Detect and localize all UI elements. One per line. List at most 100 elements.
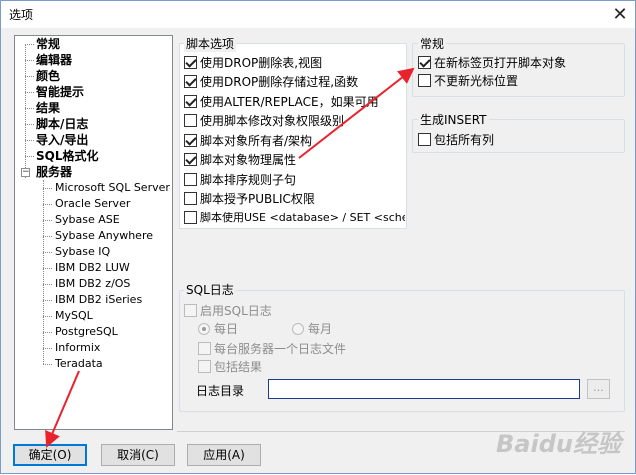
checkbox[interactable] xyxy=(184,153,197,166)
tree-item-editor[interactable]: 编辑器 xyxy=(36,52,72,68)
cancel-button[interactable]: 取消(C) xyxy=(101,444,175,466)
daily-radio-option[interactable]: 每日 xyxy=(198,320,238,337)
no-cursor-update-label: 不更新光标位置 xyxy=(434,74,519,88)
watermark: Baidu经验 xyxy=(496,430,621,458)
tree-item-sybase-ase[interactable]: Sybase ASE xyxy=(55,212,120,228)
checkbox[interactable] xyxy=(184,173,197,186)
browse-button[interactable]: ... xyxy=(587,379,610,399)
permission-level-label: 使用脚本修改对象权限级别 xyxy=(200,114,345,128)
grant-public-label: 脚本授予PUBLIC权限 xyxy=(200,192,315,206)
tree-connector xyxy=(25,108,34,109)
checkbox[interactable] xyxy=(184,210,197,224)
tree-item-import-export[interactable]: 导入/导出 xyxy=(36,132,88,148)
options-dialog: 选项 ✕ 常规 编辑器 颜色 智能提示 结果 脚本/日志 导入/导出 SQL格式… xyxy=(0,0,636,474)
drop-tables-option[interactable]: 使用DROP删除表,视图 xyxy=(184,54,322,71)
tree-item-teradata[interactable]: Teradata xyxy=(55,356,103,372)
ok-button[interactable]: 确定(O) xyxy=(13,444,87,466)
enable-sql-log-label: 启用SQL日志 xyxy=(200,304,272,318)
checkbox[interactable] xyxy=(184,95,197,108)
radio-button[interactable] xyxy=(198,322,210,335)
tree-item-db2-luw[interactable]: IBM DB2 LUW xyxy=(55,260,130,276)
alter-replace-label: 使用ALTER/REPLACE，如果可用 xyxy=(200,95,379,109)
tree-item-results[interactable]: 结果 xyxy=(36,100,60,116)
tree-connector xyxy=(43,220,52,221)
use-database-option[interactable]: 脚本使用USE <database> / SET <schem xyxy=(184,209,405,225)
tree-connector xyxy=(43,332,52,333)
tree-item-mysql[interactable]: MySQL xyxy=(55,308,93,324)
drop-procedures-label: 使用DROP删除存储过程,函数 xyxy=(200,75,359,89)
no-cursor-update-option[interactable]: 不更新光标位置 xyxy=(418,72,518,89)
window-title: 选项 xyxy=(9,8,34,22)
monthly-radio-option[interactable]: 每月 xyxy=(292,320,332,337)
checkbox[interactable] xyxy=(184,75,197,88)
checkbox[interactable] xyxy=(418,74,431,87)
checkbox[interactable] xyxy=(184,304,197,317)
tree-item-postgresql[interactable]: PostgreSQL xyxy=(55,324,118,340)
use-database-label: 脚本使用USE <database> / SET <schem xyxy=(200,211,405,224)
log-dir-label: 日志目录 xyxy=(196,384,245,398)
tree-connector xyxy=(25,140,34,141)
tree-item-sql-format[interactable]: SQL格式化 xyxy=(36,148,99,164)
checkbox[interactable] xyxy=(198,360,211,373)
tree-item-colors[interactable]: 颜色 xyxy=(36,68,60,84)
tree-item-mssql[interactable]: Microsoft SQL Server xyxy=(55,180,170,196)
sql-log-title: SQL日志 xyxy=(184,281,236,298)
tree-item-general[interactable]: 常规 xyxy=(36,36,60,52)
tree-item-servers[interactable]: 服务器 xyxy=(36,164,72,180)
tree-item-db2-zos[interactable]: IBM DB2 z/OS xyxy=(55,276,130,292)
per-server-log-label: 每台服务器一个日志文件 xyxy=(214,342,347,356)
include-results-option[interactable]: 包括结果 xyxy=(198,358,262,375)
tree-item-oracle[interactable]: Oracle Server xyxy=(55,196,130,212)
grant-public-option[interactable]: 脚本授予PUBLIC权限 xyxy=(184,190,315,207)
tree-connector xyxy=(25,156,34,157)
checkbox[interactable] xyxy=(184,192,197,205)
checkbox[interactable] xyxy=(418,56,431,69)
tree-connector xyxy=(43,204,52,205)
owner-schema-option[interactable]: 脚本对象所有者/架构 xyxy=(184,132,312,149)
include-results-label: 包括结果 xyxy=(214,360,263,374)
tree-connector xyxy=(43,236,52,237)
log-dir-input[interactable] xyxy=(268,379,580,399)
open-new-tab-option[interactable]: 在新标签页打开脚本对象 xyxy=(418,54,566,71)
daily-label: 每日 xyxy=(214,322,239,336)
tree-connector xyxy=(25,60,34,61)
tree-item-db2-iseries[interactable]: IBM DB2 iSeries xyxy=(55,292,142,308)
physical-attributes-option[interactable]: 脚本对象物理属性 xyxy=(184,151,296,168)
radio-button[interactable] xyxy=(292,322,304,335)
options-tree[interactable]: 常规 编辑器 颜色 智能提示 结果 脚本/日志 导入/导出 SQL格式化 − 服… xyxy=(14,35,173,430)
tree-connector xyxy=(43,284,52,285)
include-all-columns-label: 包括所有列 xyxy=(434,133,495,147)
collapse-icon[interactable]: − xyxy=(21,168,30,177)
tree-guide-line xyxy=(25,44,26,178)
permission-level-option[interactable]: 使用脚本修改对象权限级别 xyxy=(184,112,344,129)
enable-sql-log-option[interactable]: 启用SQL日志 xyxy=(184,302,272,319)
checkbox[interactable] xyxy=(184,134,197,147)
tree-connector xyxy=(43,268,52,269)
physical-attributes-label: 脚本对象物理属性 xyxy=(200,153,297,167)
collation-option[interactable]: 脚本排序规则子句 xyxy=(184,171,296,188)
apply-button[interactable]: 应用(A) xyxy=(187,444,261,466)
tree-item-sybase-anywhere[interactable]: Sybase Anywhere xyxy=(55,228,153,244)
tree-item-sybase-iq[interactable]: Sybase IQ xyxy=(55,244,110,260)
script-options-title: 脚本选项 xyxy=(184,35,237,52)
per-server-log-option[interactable]: 每台服务器一个日志文件 xyxy=(198,340,346,357)
checkbox[interactable] xyxy=(418,133,431,146)
close-icon[interactable]: ✕ xyxy=(609,3,631,25)
tree-connector xyxy=(43,300,52,301)
tree-connector xyxy=(43,364,52,365)
tree-item-informix[interactable]: Informix xyxy=(55,340,100,356)
checkbox[interactable] xyxy=(184,56,197,69)
tree-item-script-log[interactable]: 脚本/日志 xyxy=(36,116,88,132)
title-bar: 选项 ✕ xyxy=(1,1,635,28)
checkbox[interactable] xyxy=(184,114,197,127)
alter-replace-option[interactable]: 使用ALTER/REPLACE，如果可用 xyxy=(184,93,379,110)
drop-tables-label: 使用DROP删除表,视图 xyxy=(200,56,323,70)
tree-connector xyxy=(25,92,34,93)
drop-procedures-option[interactable]: 使用DROP删除存储过程,函数 xyxy=(184,73,358,90)
monthly-label: 每月 xyxy=(308,322,333,336)
checkbox[interactable] xyxy=(198,342,211,355)
include-all-columns-option[interactable]: 包括所有列 xyxy=(418,131,494,148)
tree-item-intellisense[interactable]: 智能提示 xyxy=(36,84,84,100)
tree-connector xyxy=(25,44,34,45)
tree-connector xyxy=(43,348,52,349)
